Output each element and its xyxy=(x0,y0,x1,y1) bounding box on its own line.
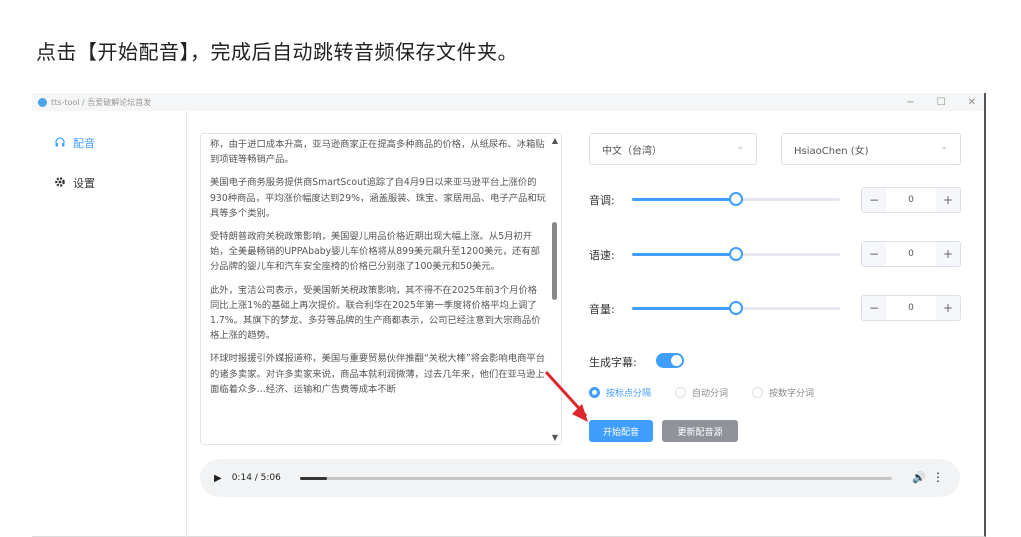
scroll-up-icon[interactable]: ▲ xyxy=(552,136,558,145)
decrement-button[interactable]: − xyxy=(862,188,886,212)
sidebar: 配音 设置 xyxy=(32,111,187,537)
more-options-icon[interactable]: ⋮ xyxy=(932,470,944,484)
editor-paragraph: 称，由于进口成本升高，亚马逊商家正在提高多种商品的价格，从纸尿布、冰箱贴到项链等… xyxy=(210,139,545,166)
subtitle-label: 生成字幕: xyxy=(589,356,637,369)
window-title: tts-tool / 吾爱破解论坛首发 xyxy=(51,97,152,107)
increment-button[interactable]: + xyxy=(935,296,960,320)
audio-seek-bar[interactable] xyxy=(300,477,892,480)
close-button[interactable]: ✕ xyxy=(968,97,976,108)
minimize-button[interactable]: − xyxy=(906,97,914,108)
language-select-value: 中文（台湾） xyxy=(602,145,662,157)
editor-paragraph: 美国电子商务服务提供商SmartScout追踪了自4月9日以来亚马逊平台上涨价的… xyxy=(210,177,546,219)
subtitle-toggle[interactable] xyxy=(656,353,684,368)
toggle-knob xyxy=(671,355,682,366)
slider-handle[interactable] xyxy=(729,192,743,206)
caption-text: 点击【开始配音】，完成后自动跳转音频保存文件夹。 xyxy=(36,40,518,64)
speed-slider[interactable] xyxy=(632,247,840,261)
editor-content: 称，由于进口成本升高，亚马逊商家正在提高多种商品的价格，从纸尿布、冰箱贴到项链等… xyxy=(210,137,546,405)
gear-icon xyxy=(54,176,66,191)
volume-slider[interactable] xyxy=(632,301,840,315)
radio-label: 按标点分隔 xyxy=(606,389,652,399)
headphones-icon xyxy=(54,136,66,151)
pitch-slider[interactable] xyxy=(632,192,840,206)
radio-number[interactable]: 按数字分词 xyxy=(752,386,814,399)
chevron-down-icon: ⌄ xyxy=(736,142,744,152)
editor-paragraph: 环球时报援引外媒报道称，美国与重要贸易伙伴推翻“关税大棒”将会影响电商平台的诸多… xyxy=(210,353,546,395)
pitch-label: 音调: xyxy=(589,194,615,207)
language-select[interactable]: 中文（台湾） ⌄ xyxy=(589,133,757,165)
maximize-button[interactable]: ☐ xyxy=(937,97,946,108)
decrement-button[interactable]: − xyxy=(862,242,886,266)
pitch-value[interactable]: 0 xyxy=(908,195,914,205)
radio-auto[interactable]: 自动分词 xyxy=(675,386,728,399)
speaker-select[interactable]: HsiaoChen (女) ⌄ xyxy=(781,133,961,165)
play-icon[interactable]: ▶ xyxy=(214,473,222,484)
app-logo-icon xyxy=(38,97,47,107)
split-mode-radio-group: 按标点分隔 自动分词 按数字分词 xyxy=(589,386,838,399)
app-window: tts-tool / 吾爱破解论坛首发 − ☐ ✕ 配音 设置 称，由于进口成本… xyxy=(32,93,986,537)
update-voices-button[interactable]: 更新配音源 xyxy=(662,420,738,442)
sidebar-item-label: 配音 xyxy=(73,137,95,150)
window-controls: − ☐ ✕ xyxy=(906,93,976,111)
radio-label: 按数字分词 xyxy=(769,389,815,399)
red-arrow-annotation xyxy=(544,370,588,422)
volume-value[interactable]: 0 xyxy=(908,303,914,313)
radio-label: 自动分词 xyxy=(692,389,729,399)
scroll-thumb[interactable] xyxy=(552,222,557,300)
sidebar-item-label: 设置 xyxy=(73,177,95,190)
editor-paragraph: 此外，宝洁公司表示，受美国新关税政策影响，其不得不在2025年前3个月价格同比上… xyxy=(210,284,541,342)
audio-time: 0:14 / 5:06 xyxy=(231,473,281,483)
slider-handle[interactable] xyxy=(729,247,743,261)
scroll-down-icon[interactable]: ▼ xyxy=(552,433,558,442)
increment-button[interactable]: + xyxy=(935,188,960,212)
title-bar: tts-tool / 吾爱破解论坛首发 − ☐ ✕ xyxy=(32,93,984,111)
slider-fill xyxy=(632,307,736,310)
audio-player[interactable]: ▶ 0:14 / 5:06 🔊 ⋮ xyxy=(200,459,960,497)
radio-circle xyxy=(675,387,687,398)
volume-stepper[interactable]: − 0 + xyxy=(861,295,961,321)
speaker-select-value: HsiaoChen (女) xyxy=(794,145,869,157)
speed-label: 语速: xyxy=(589,249,615,262)
sidebar-item-dubbing[interactable]: 配音 xyxy=(54,135,95,151)
radio-circle xyxy=(752,387,764,398)
volume-icon[interactable]: 🔊 xyxy=(912,471,926,484)
text-editor[interactable]: 称，由于进口成本升高，亚马逊商家正在提高多种商品的价格，从纸尿布、冰箱贴到项链等… xyxy=(200,133,562,445)
chevron-down-icon: ⌄ xyxy=(940,142,948,152)
slider-handle[interactable] xyxy=(729,301,743,315)
speed-stepper[interactable]: − 0 + xyxy=(861,241,961,267)
decrement-button[interactable]: − xyxy=(862,296,886,320)
pitch-stepper[interactable]: − 0 + xyxy=(861,187,961,213)
speed-value[interactable]: 0 xyxy=(908,249,914,259)
increment-button[interactable]: + xyxy=(935,242,960,266)
slider-fill xyxy=(632,198,736,201)
volume-label: 音量: xyxy=(589,303,615,316)
slider-fill xyxy=(632,253,736,256)
audio-progress xyxy=(300,477,328,480)
sidebar-item-settings[interactable]: 设置 xyxy=(54,175,95,191)
editor-paragraph: 受特朗普政府关税政策影响，美国婴儿用品价格近期出现大幅上涨。从5月初开始，全美最… xyxy=(210,231,540,273)
